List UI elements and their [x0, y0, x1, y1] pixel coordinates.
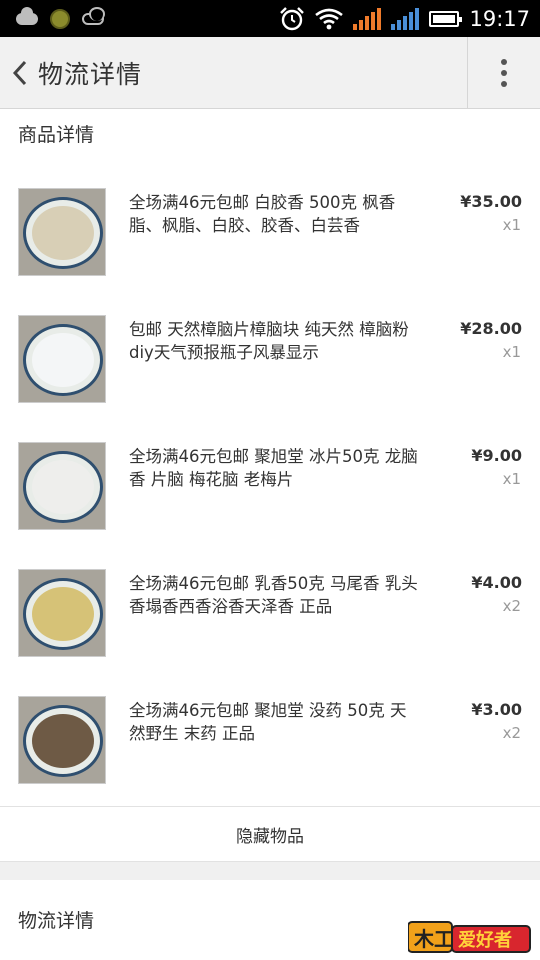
product-quantity: x1	[502, 470, 521, 488]
hide-items-button[interactable]: 隐藏物品	[0, 806, 540, 862]
svg-text:木工: 木工	[413, 927, 454, 951]
product-price: ¥4.00	[471, 573, 522, 592]
status-bar: 19:17	[0, 0, 540, 37]
product-thumbnail	[18, 442, 106, 530]
product-list: 全场满46元包邮 白胶香 500克 枫香脂、枫脂、白胶、胶香、白芸香 ¥35.0…	[0, 168, 540, 803]
product-quantity: x1	[502, 343, 521, 361]
product-name: 全场满46元包邮 白胶香 500克 枫香脂、枫脂、白胶、胶香、白芸香	[129, 193, 396, 235]
product-name: 全场满46元包邮 乳香50克 马尾香 乳头香塌香西香浴香天泽香 正品	[129, 574, 418, 616]
product-thumbnail	[18, 696, 106, 784]
product-name: 全场满46元包邮 聚旭堂 冰片50克 龙脑香 片脑 梅花脑 老梅片	[129, 447, 418, 489]
product-quantity: x2	[502, 597, 521, 615]
cloud-outline-icon	[82, 6, 105, 25]
product-name: 全场满46元包邮 聚旭堂 没药 50克 天然野生 末药 正品	[129, 701, 407, 743]
list-item[interactable]: 全场满46元包邮 聚旭堂 冰片50克 龙脑香 片脑 梅花脑 老梅片 ¥9.00 …	[0, 422, 540, 549]
cloud-icon	[16, 6, 38, 25]
watermark-logo: 木工 爱好者	[408, 921, 531, 953]
action-bar: 物流详情	[0, 37, 540, 109]
product-price: ¥9.00	[471, 446, 522, 465]
chevron-left-icon	[12, 60, 27, 85]
battery-icon	[429, 10, 463, 27]
signal-strength-icon	[353, 7, 382, 30]
goods-section-title: 商品详情	[18, 124, 95, 146]
list-item[interactable]: 包邮 天然樟脑片樟脑块 纯天然 樟脑粉 diy天气预报瓶子风暴显示 ¥28.00…	[0, 295, 540, 422]
product-thumbnail	[18, 569, 106, 657]
status-time: 19:17	[469, 6, 530, 31]
overflow-menu-button[interactable]	[467, 37, 540, 109]
signal-strength-2-icon	[391, 7, 420, 30]
product-quantity: x1	[502, 216, 521, 234]
page-title: 物流详情	[38, 59, 143, 89]
watermark-text: 爱好者	[458, 929, 512, 951]
dot-icon	[501, 81, 507, 87]
product-thumbnail	[18, 315, 106, 403]
list-item[interactable]: 全场满46元包邮 白胶香 500克 枫香脂、枫脂、白胶、胶香、白芸香 ¥35.0…	[0, 168, 540, 295]
logistics-section-title: 物流详情	[18, 910, 95, 932]
product-thumbnail	[18, 188, 106, 276]
dot-icon	[501, 59, 507, 65]
product-price: ¥28.00	[460, 319, 522, 338]
section-divider	[0, 862, 540, 880]
product-name: 包邮 天然樟脑片樟脑块 纯天然 樟脑粉 diy天气预报瓶子风暴显示	[129, 320, 409, 362]
product-quantity: x2	[502, 724, 521, 742]
product-price: ¥35.00	[460, 192, 522, 211]
app-notification-icon	[50, 8, 70, 29]
list-item[interactable]: 全场满46元包邮 乳香50克 马尾香 乳头香塌香西香浴香天泽香 正品 ¥4.00…	[0, 549, 540, 676]
dot-icon	[501, 70, 507, 76]
alarm-icon	[280, 6, 305, 30]
list-item[interactable]: 全场满46元包邮 聚旭堂 没药 50克 天然野生 末药 正品 ¥3.00 x2	[0, 676, 540, 803]
back-button[interactable]	[2, 37, 38, 109]
wifi-icon	[315, 8, 344, 29]
product-price: ¥3.00	[471, 700, 522, 719]
